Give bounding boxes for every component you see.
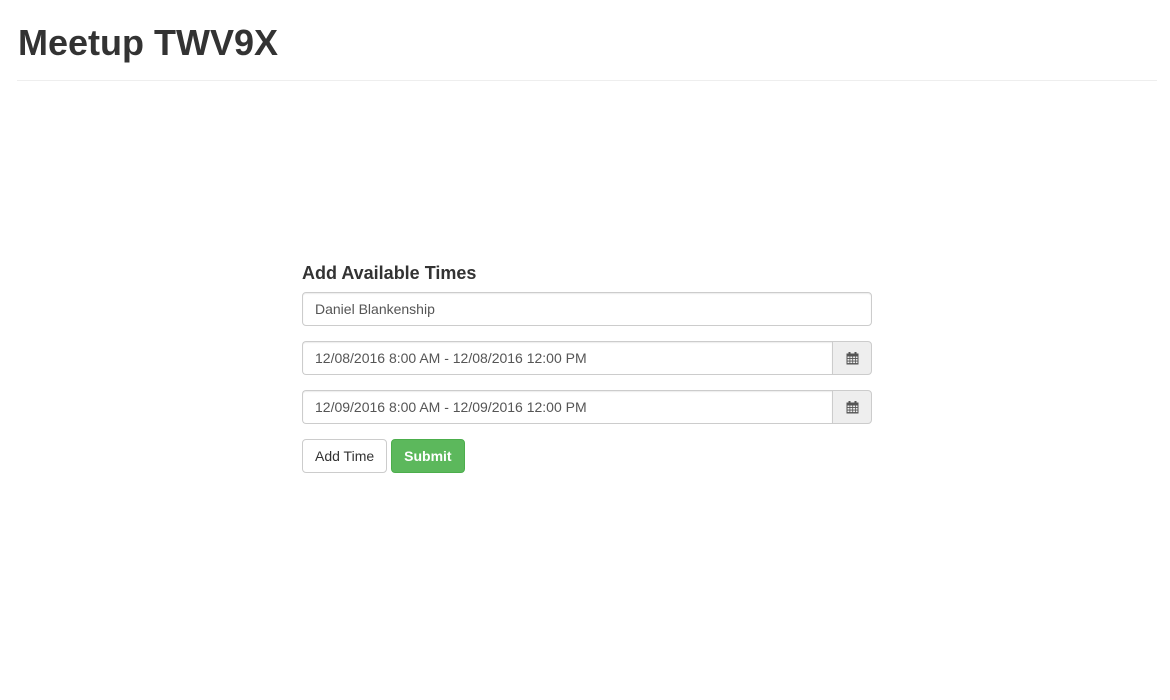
page-header: Meetup TWV9X	[17, 0, 1157, 81]
page-title: Meetup TWV9X	[18, 22, 279, 63]
add-time-button[interactable]: Add Time	[302, 439, 388, 473]
submit-button[interactable]: Submit	[391, 439, 465, 473]
time-range-group	[302, 390, 872, 424]
time-range-group	[302, 341, 872, 375]
calendar-icon	[846, 351, 859, 365]
calendar-button[interactable]	[832, 390, 872, 424]
name-input[interactable]	[302, 292, 872, 326]
calendar-button[interactable]	[832, 341, 872, 375]
form-heading: Add Available Times	[302, 263, 477, 283]
form-actions: Add Time Submit	[302, 439, 872, 473]
time-range-input[interactable]	[302, 341, 832, 375]
availability-form: Add Available Times Daniel Blankenship 1…	[302, 260, 872, 473]
calendar-icon	[846, 400, 859, 414]
time-range-input[interactable]	[302, 390, 832, 424]
